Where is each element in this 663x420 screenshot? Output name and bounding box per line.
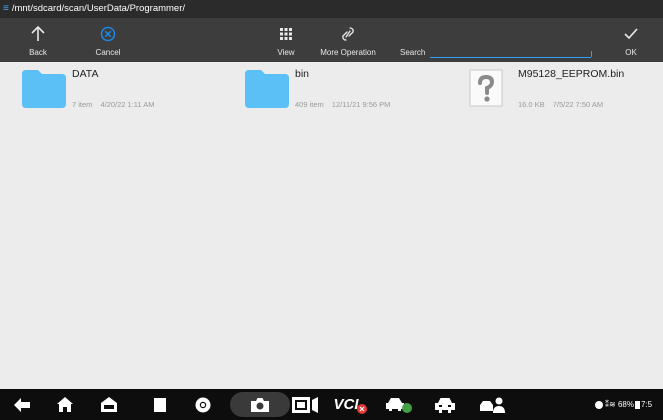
back-nav-icon[interactable]: [10, 389, 34, 420]
notification-icon: [595, 400, 603, 409]
file-item-data[interactable]: DATA 7 item 4/20/22 1:11 AM: [0, 62, 215, 122]
folder-icon: [22, 70, 66, 108]
file-item-m95128-eeprom[interactable]: M95128_EEPROM.bin 16.0 KB 7/5/22 7:50 AM: [446, 62, 663, 122]
grid-icon: [266, 25, 306, 43]
camera-icon[interactable]: [248, 389, 272, 420]
car-icon[interactable]: [432, 389, 458, 420]
unknown-file-icon: [469, 69, 503, 107]
status-area: ⁑≋ 68% 7:5: [595, 389, 652, 420]
search-underline-end: [589, 51, 592, 57]
maxisys-home-icon[interactable]: [97, 389, 121, 420]
file-meta: 409 item 12/11/21 9:56 PM: [295, 100, 398, 109]
home-icon[interactable]: [53, 389, 77, 420]
vci-button[interactable]: VCI: [330, 389, 370, 420]
remote-expert-icon[interactable]: [478, 389, 508, 420]
view-label: View: [277, 48, 295, 57]
ok-label: OK: [625, 48, 637, 57]
file-name: DATA: [72, 68, 99, 80]
checkmark-icon: [615, 25, 647, 43]
screen-mirror-icon[interactable]: [290, 389, 320, 420]
ok-button[interactable]: OK: [615, 18, 647, 62]
arrow-up-icon: [18, 25, 58, 43]
file-name: bin: [295, 68, 310, 80]
battery-icon: [634, 400, 640, 409]
file-date: 12/11/21 9:56 PM: [331, 100, 391, 109]
file-name: M95128_EEPROM.bin: [518, 68, 625, 80]
file-date: 7/5/22 7:50 AM: [552, 100, 604, 109]
vci-disconnected-icon: [356, 403, 367, 414]
cancel-button[interactable]: Cancel: [83, 18, 133, 62]
path-bar: ≡/mnt/sdcard/scan/UserData/Programmer/: [0, 0, 663, 18]
current-path: /mnt/sdcard/scan/UserData/Programmer/: [11, 3, 186, 14]
circle-x-icon: [83, 25, 133, 43]
recent-apps-icon[interactable]: [148, 389, 172, 420]
battery-percent: 68%: [617, 400, 634, 409]
vci-label: VCI: [333, 396, 359, 413]
menu-icon[interactable]: ≡: [3, 3, 9, 14]
file-meta: 7 item 4/20/22 1:11 AM: [72, 100, 163, 109]
cancel-label: Cancel: [95, 48, 121, 57]
more-operation-label: More Operation: [320, 48, 376, 57]
clock: 7:5: [640, 400, 653, 409]
system-nav-bar: VCI ⁑≋ 68% 7:5: [0, 389, 663, 420]
search-input[interactable]: [430, 44, 591, 58]
view-button[interactable]: View: [266, 18, 306, 62]
back-label: Back: [29, 48, 47, 57]
search-label: Search: [400, 48, 426, 57]
folder-icon: [245, 70, 289, 108]
file-meta: 16.0 KB 7/5/22 7:50 AM: [518, 100, 611, 109]
wifi-icon: ⁑≋: [605, 400, 616, 409]
toolbar: Back Cancel View More Operation Search O…: [0, 18, 663, 62]
file-item-count: 409 item: [295, 100, 324, 109]
file-size: 16.0 KB: [518, 100, 545, 109]
chrome-icon[interactable]: [190, 389, 216, 420]
link-icon: [312, 25, 384, 43]
file-item-count: 7 item: [72, 100, 93, 109]
file-browser: DATA 7 item 4/20/22 1:11 AM bin 409 item 1…: [0, 62, 663, 389]
back-button[interactable]: Back: [18, 18, 58, 62]
file-date: 4/20/22 1:11 AM: [100, 100, 155, 109]
file-item-bin[interactable]: bin 409 item 12/11/21 9:56 PM: [223, 62, 438, 122]
car-update-icon[interactable]: [384, 389, 414, 420]
more-operation-button[interactable]: More Operation: [312, 18, 384, 62]
